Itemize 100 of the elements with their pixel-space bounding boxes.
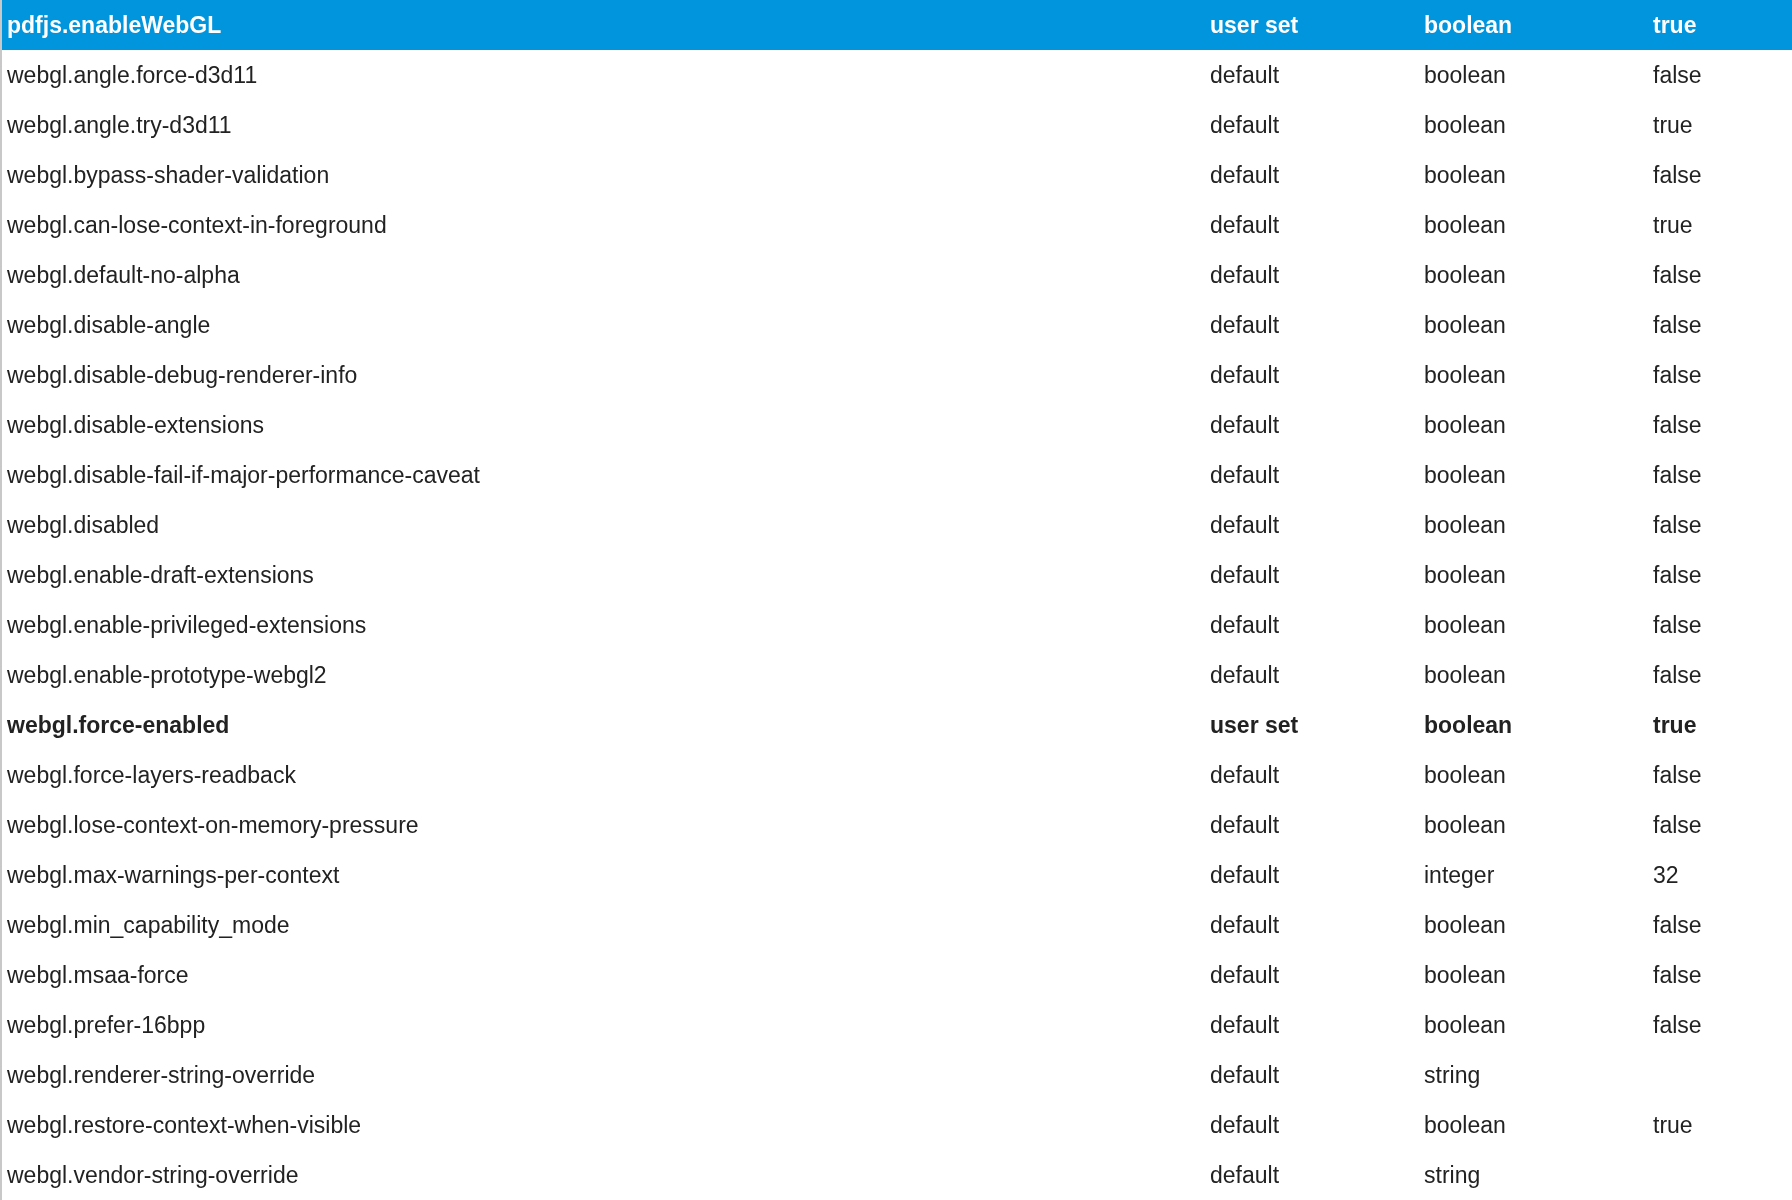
preference-value: false: [1653, 1011, 1703, 1039]
preference-name: webgl.enable-privileged-extensions: [6, 611, 368, 639]
preference-type: boolean: [1424, 461, 1507, 489]
preference-type: string: [1424, 1061, 1482, 1089]
preference-row[interactable]: webgl.min_capability_mode default boolean false: [2, 900, 1792, 950]
preference-status: default: [1210, 511, 1281, 539]
preference-value: false: [1653, 561, 1703, 589]
preference-row[interactable]: webgl.force-layers-readback default boolean false: [2, 750, 1792, 800]
preference-name: webgl.force-layers-readback: [6, 761, 297, 789]
preference-type: boolean: [1424, 11, 1514, 39]
preference-name: webgl.disable-fail-if-major-performance-caveat: [6, 461, 481, 489]
preference-type: boolean: [1424, 611, 1507, 639]
preference-type: boolean: [1424, 961, 1507, 989]
preference-value: true: [1653, 1111, 1694, 1139]
preference-type: boolean: [1424, 211, 1507, 239]
preference-type: boolean: [1424, 811, 1507, 839]
preference-type: boolean: [1424, 61, 1507, 89]
preference-row[interactable]: webgl.restore-context-when-visible default boolean true: [2, 1100, 1792, 1150]
preference-status: default: [1210, 1111, 1281, 1139]
preference-type: boolean: [1424, 911, 1507, 939]
preference-row[interactable]: webgl.vendor-string-override default string: [2, 1150, 1792, 1200]
preference-value: false: [1653, 961, 1703, 989]
preference-row[interactable]: webgl.max-warnings-per-context default integer 32: [2, 850, 1792, 900]
preference-value: false: [1653, 311, 1703, 339]
preference-name: webgl.disable-angle: [6, 311, 212, 339]
preference-name: pdfjs.enableWebGL: [6, 11, 223, 39]
preference-row[interactable]: webgl.disable-fail-if-major-performance-caveat default boolean false: [2, 450, 1792, 500]
preference-name: webgl.lose-context-on-memory-pressure: [6, 811, 420, 839]
preference-status: default: [1210, 461, 1281, 489]
preference-type: boolean: [1424, 111, 1507, 139]
preference-value: false: [1653, 911, 1703, 939]
preference-status: default: [1210, 61, 1281, 89]
preference-value: false: [1653, 461, 1703, 489]
preference-value: false: [1653, 361, 1703, 389]
preference-type: boolean: [1424, 1111, 1507, 1139]
preference-value: true: [1653, 711, 1698, 739]
preference-row[interactable]: webgl.angle.try-d3d11 default boolean true: [2, 100, 1792, 150]
preference-status: default: [1210, 1061, 1281, 1089]
preference-status: default: [1210, 661, 1281, 689]
preference-value: false: [1653, 811, 1703, 839]
preference-row[interactable]: webgl.disable-angle default boolean false: [2, 300, 1792, 350]
preference-name: webgl.vendor-string-override: [6, 1161, 300, 1189]
preference-value: false: [1653, 161, 1703, 189]
preference-type: boolean: [1424, 561, 1507, 589]
preference-type: boolean: [1424, 361, 1507, 389]
preference-row[interactable]: webgl.enable-privileged-extensions default boolean false: [2, 600, 1792, 650]
preference-row[interactable]: webgl.prefer-16bpp default boolean false: [2, 1000, 1792, 1050]
preference-row[interactable]: webgl.can-lose-context-in-foreground default boolean true: [2, 200, 1792, 250]
preference-value: true: [1653, 111, 1694, 139]
preference-status: default: [1210, 261, 1281, 289]
preference-name: webgl.can-lose-context-in-foreground: [6, 211, 388, 239]
preference-name: webgl.min_capability_mode: [6, 911, 291, 939]
preference-value: false: [1653, 261, 1703, 289]
preference-status: default: [1210, 411, 1281, 439]
preference-type: integer: [1424, 861, 1496, 889]
preference-name: webgl.renderer-string-override: [6, 1061, 317, 1089]
preference-status: user set: [1210, 11, 1300, 39]
preference-status: default: [1210, 361, 1281, 389]
preference-value: false: [1653, 511, 1703, 539]
preference-status: default: [1210, 211, 1281, 239]
preference-value: true: [1653, 11, 1698, 39]
preference-status: default: [1210, 561, 1281, 589]
preference-status: default: [1210, 911, 1281, 939]
preference-row[interactable]: webgl.disable-extensions default boolean false: [2, 400, 1792, 450]
preference-row[interactable]: webgl.lose-context-on-memory-pressure default boolean false: [2, 800, 1792, 850]
preference-row[interactable]: webgl.angle.force-d3d11 default boolean false: [2, 50, 1792, 100]
preference-name: webgl.disabled: [6, 511, 161, 539]
preference-row[interactable]: webgl.enable-prototype-webgl2 default boolean false: [2, 650, 1792, 700]
preference-value: 32: [1653, 861, 1680, 889]
preference-name: webgl.disable-extensions: [6, 411, 265, 439]
preference-type: boolean: [1424, 311, 1507, 339]
preference-name: webgl.force-enabled: [6, 711, 231, 739]
preference-value: false: [1653, 661, 1703, 689]
preference-row[interactable]: webgl.default-no-alpha default boolean false: [2, 250, 1792, 300]
preference-status: default: [1210, 311, 1281, 339]
preference-row[interactable]: webgl.disabled default boolean false: [2, 500, 1792, 550]
preference-type: string: [1424, 1161, 1482, 1189]
preference-name: webgl.enable-prototype-webgl2: [6, 661, 328, 689]
preference-status: default: [1210, 1161, 1281, 1189]
preference-row[interactable]: webgl.bypass-shader-validation default boolean false: [2, 150, 1792, 200]
preference-status: default: [1210, 961, 1281, 989]
preference-type: boolean: [1424, 161, 1507, 189]
preference-row[interactable]: webgl.msaa-force default boolean false: [2, 950, 1792, 1000]
preference-row[interactable]: webgl.renderer-string-override default string: [2, 1050, 1792, 1100]
preference-row[interactable]: webgl.disable-debug-renderer-info default boolean false: [2, 350, 1792, 400]
preference-type: boolean: [1424, 661, 1507, 689]
preference-status: default: [1210, 111, 1281, 139]
preference-value: false: [1653, 611, 1703, 639]
preference-name: webgl.max-warnings-per-context: [6, 861, 341, 889]
preference-status: default: [1210, 761, 1281, 789]
preference-status: default: [1210, 161, 1281, 189]
preference-status: default: [1210, 611, 1281, 639]
preference-row[interactable]: webgl.force-enabled user set boolean true: [2, 700, 1792, 750]
preference-value: false: [1653, 411, 1703, 439]
preference-status: default: [1210, 811, 1281, 839]
preference-row[interactable]: webgl.enable-draft-extensions default boolean false: [2, 550, 1792, 600]
preference-name: webgl.bypass-shader-validation: [6, 161, 331, 189]
preference-name: webgl.angle.force-d3d11: [6, 61, 259, 89]
preference-type: boolean: [1424, 711, 1514, 739]
preference-name: webgl.prefer-16bpp: [6, 1011, 207, 1039]
